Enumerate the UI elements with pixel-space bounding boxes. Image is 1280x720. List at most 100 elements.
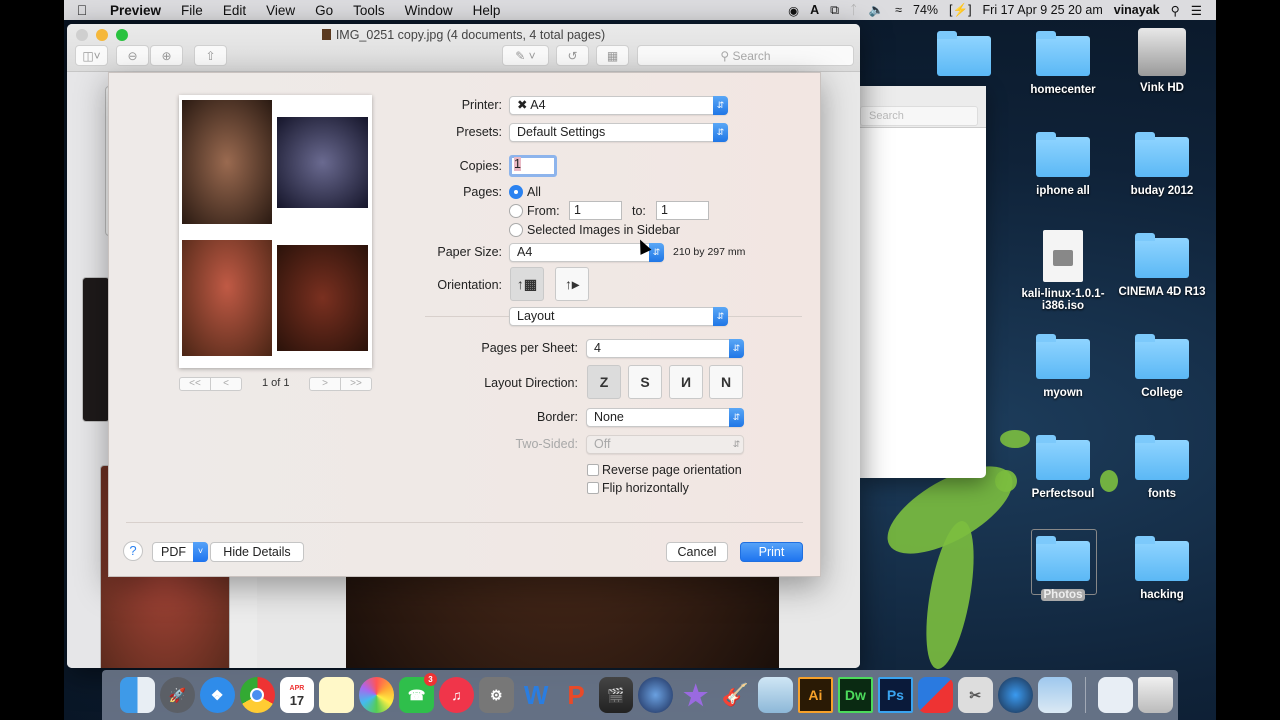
- reverse-orientation-checkbox[interactable]: [587, 464, 599, 476]
- dock-chrome-icon[interactable]: [239, 677, 275, 713]
- desktop-icon-homecenter[interactable]: homecenter: [1013, 31, 1113, 96]
- pages-per-sheet-select[interactable]: 4 ⇵: [586, 339, 744, 358]
- print-button[interactable]: Print: [740, 542, 803, 562]
- dock-documents-stack-icon[interactable]: [1098, 677, 1134, 713]
- desktop-icon[interactable]: s: [914, 31, 1014, 96]
- zoom-in-button[interactable]: ⊕: [150, 45, 183, 66]
- dock-illustrator-icon[interactable]: Ai: [797, 677, 833, 713]
- dock-final-cut-icon[interactable]: 🎬: [598, 677, 634, 713]
- help-button[interactable]: ?: [123, 541, 143, 561]
- menu-app-name[interactable]: Preview: [100, 3, 171, 18]
- menu-view[interactable]: View: [256, 3, 305, 18]
- next-page-button[interactable]: >: [310, 378, 340, 390]
- hide-details-button[interactable]: Hide Details: [210, 542, 304, 562]
- battery-icon[interactable]: [⚡]: [949, 3, 972, 18]
- pages-selected-radio[interactable]: [509, 223, 523, 237]
- orientation-portrait-button[interactable]: ↑▦: [510, 267, 544, 301]
- flip-horizontally-checkbox[interactable]: [587, 482, 599, 494]
- copies-input[interactable]: 1: [509, 155, 557, 177]
- dock-finder-icon[interactable]: [120, 677, 155, 713]
- previous-page-button[interactable]: <: [210, 378, 241, 390]
- menu-edit[interactable]: Edit: [213, 3, 256, 18]
- layout-s-button[interactable]: S: [628, 365, 662, 399]
- layout-z-button[interactable]: Z: [587, 365, 621, 399]
- dock-dreamweaver-icon[interactable]: Dw: [837, 677, 873, 713]
- dock-system-preferences-icon[interactable]: ⚙: [478, 677, 514, 713]
- desktop-icon-fonts[interactable]: fonts: [1112, 435, 1212, 500]
- dock-notes-icon[interactable]: [319, 677, 355, 713]
- presets-select[interactable]: Default Settings ⇵: [509, 123, 728, 142]
- dock-launchpad-icon[interactable]: 🚀: [159, 677, 195, 713]
- dock-package-icon[interactable]: [758, 677, 793, 713]
- zoom-out-button[interactable]: ⊖: [116, 45, 149, 66]
- dock-photoshop-icon[interactable]: Ps: [877, 677, 913, 713]
- desktop-icon-hacking[interactable]: hacking: [1112, 536, 1212, 601]
- chevron-down-icon: ˅: [193, 542, 208, 562]
- last-page-button[interactable]: >>: [340, 378, 371, 390]
- finder-search-input[interactable]: Search: [860, 106, 978, 126]
- dock-trash-icon[interactable]: [1138, 677, 1174, 713]
- border-select[interactable]: None ⇵: [586, 408, 744, 427]
- menu-help[interactable]: Help: [463, 3, 511, 18]
- dock-preview-icon[interactable]: [1037, 677, 1073, 713]
- dock-itunes-icon[interactable]: ♫: [439, 677, 474, 713]
- section-value: Layout: [517, 309, 555, 323]
- menu-tools[interactable]: Tools: [343, 3, 395, 18]
- printer-select[interactable]: ✖ A4 ⇵: [509, 96, 728, 115]
- desktop-icon-cinema-4d[interactable]: CINEMA 4D R13: [1112, 233, 1212, 298]
- dock-screenshot-icon[interactable]: ✂: [957, 677, 993, 713]
- pages-from-radio[interactable]: [509, 204, 523, 218]
- dock-quicktime-icon[interactable]: [997, 677, 1033, 713]
- wifi-icon[interactable]: ≈: [895, 3, 902, 17]
- rotate-button[interactable]: ↺: [556, 45, 589, 66]
- pages-from-input[interactable]: 1: [569, 201, 622, 220]
- dock-word-icon[interactable]: W: [519, 677, 554, 713]
- desktop-icon-iphone-all[interactable]: iphone all: [1013, 132, 1113, 197]
- thumbnail[interactable]: [82, 277, 110, 422]
- dock-photos-icon[interactable]: [359, 677, 395, 713]
- dock-safari-icon[interactable]: ❖: [199, 677, 235, 713]
- dock-imovie-icon[interactable]: ★: [678, 677, 713, 713]
- layout-n-button[interactable]: N: [709, 365, 743, 399]
- adobe-icon[interactable]: A: [810, 3, 819, 17]
- pages-to-input[interactable]: 1: [656, 201, 709, 220]
- desktop-icon-myown[interactable]: myown: [1013, 334, 1113, 399]
- sidebar-toggle-button[interactable]: ◫˅: [75, 45, 108, 66]
- desktop-icon-perfectsoul[interactable]: Perfectsoul: [1013, 435, 1113, 500]
- dock-calendar-icon[interactable]: APR 17: [279, 677, 315, 713]
- desktop-icon-photos[interactable]: Photos: [1013, 536, 1113, 601]
- desktop-icon-buday-2012[interactable]: buday 2012: [1112, 132, 1212, 197]
- record-icon[interactable]: ◉: [788, 3, 799, 18]
- layout-reverse-n-button[interactable]: И: [669, 365, 703, 399]
- menu-file[interactable]: File: [171, 3, 213, 18]
- desktop-icon-college[interactable]: College: [1112, 334, 1212, 399]
- volume-icon[interactable]: 🔈: [869, 3, 885, 18]
- bluetooth-icon[interactable]: ᛏ: [850, 3, 858, 17]
- display-icon[interactable]: ⧉: [830, 3, 839, 18]
- dock-cinema4d-icon[interactable]: [638, 677, 674, 713]
- notification-center-icon[interactable]: ☰: [1191, 3, 1202, 18]
- section-select[interactable]: Layout ⇵: [509, 307, 728, 326]
- user-name[interactable]: vinayak: [1114, 3, 1160, 17]
- desktop-icon-kali-iso[interactable]: kali-linux-1.0.1-i386.iso: [1013, 230, 1113, 312]
- pages-all-radio[interactable]: [509, 185, 523, 199]
- pdf-menu-button[interactable]: PDF ˅: [152, 542, 208, 562]
- battery-percent[interactable]: 74%: [913, 3, 938, 17]
- desktop-icon-vink-hd[interactable]: Vink HD: [1112, 28, 1212, 94]
- menu-window[interactable]: Window: [395, 3, 463, 18]
- menu-go[interactable]: Go: [305, 3, 343, 18]
- apple-menu-icon[interactable]: : [64, 2, 100, 18]
- dock-powerpoint-icon[interactable]: P: [559, 677, 594, 713]
- orientation-landscape-button[interactable]: ↑▸: [555, 267, 589, 301]
- cancel-button[interactable]: Cancel: [666, 542, 728, 562]
- dock-parallels-icon[interactable]: [917, 677, 953, 713]
- clock[interactable]: Fri 17 Apr 9 25 20 am: [983, 3, 1103, 17]
- search-input[interactable]: ⚲ Search: [637, 45, 854, 66]
- dock-garageband-icon[interactable]: 🎸: [718, 677, 753, 713]
- share-button[interactable]: ⇧: [194, 45, 227, 66]
- markup-button[interactable]: ✎ ˅: [502, 45, 549, 66]
- toolbox-button[interactable]: ▦: [596, 45, 629, 66]
- spotlight-icon[interactable]: ⚲: [1171, 3, 1180, 18]
- first-page-button[interactable]: <<: [180, 378, 210, 390]
- dock-facetime-icon[interactable]: ☎ 3: [399, 673, 437, 713]
